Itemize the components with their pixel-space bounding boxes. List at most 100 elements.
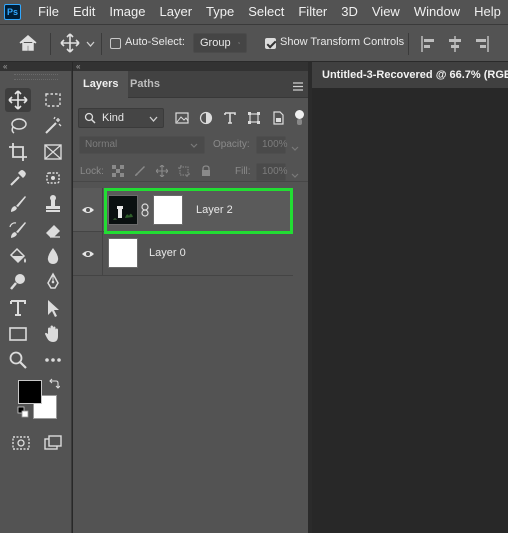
menu-type[interactable]: Type — [199, 0, 241, 24]
layer-row-layer-0[interactable]: Layer 0 — [73, 232, 293, 276]
show-transform-label: Show Transform Controls — [280, 36, 405, 48]
frame-tool-icon[interactable] — [40, 140, 66, 164]
layer-thumbnail[interactable] — [108, 195, 138, 225]
menu-file[interactable]: File — [31, 0, 66, 24]
hand-tool-icon[interactable] — [40, 322, 66, 346]
filter-kind-dropdown[interactable]: Kind — [78, 108, 164, 128]
layer-visibility-toggle[interactable] — [73, 188, 103, 232]
layer-mask-thumbnail[interactable] — [153, 195, 183, 225]
menu-edit[interactable]: Edit — [66, 0, 102, 24]
foreground-color-swatch[interactable] — [18, 380, 42, 404]
eyedropper-tool-icon[interactable] — [5, 166, 31, 190]
default-colors-icon[interactable] — [17, 406, 29, 421]
layers-scrollbar[interactable] — [293, 182, 308, 533]
smart-object-filter-icon[interactable] — [270, 110, 286, 126]
screen-mode-icon[interactable] — [40, 431, 66, 455]
crop-tool-icon[interactable] — [5, 140, 31, 164]
chevron-down-icon — [149, 116, 158, 122]
layers-panel: « Layers Paths Kind Normal Opacity: 100%… — [73, 62, 308, 533]
search-icon — [84, 112, 96, 124]
brush-tool-icon[interactable] — [5, 192, 31, 216]
rectangle-tool-icon[interactable] — [5, 322, 31, 346]
zoom-tool-icon[interactable] — [5, 348, 31, 372]
collapse-tools-icon[interactable]: « — [0, 62, 72, 71]
adjustment-filter-icon[interactable] — [198, 110, 214, 126]
lock-position-icon[interactable] — [155, 164, 169, 178]
menu-layer[interactable]: Layer — [153, 0, 200, 24]
type-tool-icon[interactable] — [5, 296, 31, 320]
menu-select[interactable]: Select — [241, 0, 291, 24]
collapse-panel-icon[interactable]: « — [73, 62, 308, 71]
lock-pixels-icon[interactable] — [133, 164, 147, 178]
layer-filter-row: Kind — [73, 106, 308, 130]
home-icon[interactable] — [18, 34, 38, 55]
panel-menu-icon[interactable] — [292, 80, 304, 94]
options-bar: Auto-Select: Group Show Transform Contro… — [0, 24, 508, 62]
lasso-tool-icon[interactable] — [5, 114, 31, 138]
lock-all-icon[interactable] — [199, 164, 213, 178]
eraser-tool-icon[interactable] — [40, 218, 66, 242]
lock-row: Lock: Fill: 100% — [73, 162, 308, 182]
separator — [50, 33, 51, 55]
layer-name[interactable]: Layer 2 — [196, 204, 233, 216]
layer-visibility-toggle[interactable] — [73, 232, 103, 276]
chevron-down-icon — [190, 143, 198, 148]
move-tool-icon[interactable] — [5, 88, 31, 112]
filter-toggle-switch[interactable] — [295, 110, 304, 125]
eye-icon — [81, 207, 94, 213]
tools-panel: « — [0, 62, 72, 533]
pen-tool-icon[interactable] — [40, 270, 66, 294]
align-right-icon[interactable] — [474, 35, 490, 56]
shape-filter-icon[interactable] — [246, 110, 262, 126]
eye-icon — [81, 251, 94, 257]
blur-tool-icon[interactable] — [40, 244, 66, 268]
auto-select-target-dropdown[interactable]: Group — [193, 33, 247, 53]
opacity-label: Opacity: — [213, 139, 250, 150]
align-left-icon[interactable] — [420, 35, 436, 56]
mask-link-icon[interactable] — [141, 203, 149, 220]
opacity-field[interactable]: 100% — [256, 136, 288, 154]
fill-field[interactable]: 100% — [256, 163, 288, 181]
dodge-tool-icon[interactable] — [5, 270, 31, 294]
auto-select-checkbox[interactable] — [110, 38, 121, 49]
lock-transparent-icon[interactable] — [111, 164, 125, 178]
marquee-tool-icon[interactable] — [40, 88, 66, 112]
patch-tool-icon[interactable] — [40, 166, 66, 190]
tab-paths[interactable]: Paths — [120, 71, 170, 98]
photoshop-logo-icon[interactable]: Ps — [4, 4, 21, 20]
lock-artboard-icon[interactable] — [177, 164, 191, 178]
magic-wand-tool-icon[interactable] — [40, 114, 66, 138]
layer-row-layer-2[interactable]: Layer 2 — [73, 188, 293, 232]
document-tab[interactable]: Untitled-3-Recovered @ 66.7% (RGB — [312, 62, 508, 88]
layer-name[interactable]: Layer 0 — [149, 247, 186, 259]
blend-mode-value: Normal — [85, 139, 118, 150]
layer-thumbnail[interactable] — [108, 238, 138, 268]
history-brush-tool-icon[interactable] — [5, 218, 31, 242]
move-tool-preset-icon[interactable] — [60, 33, 82, 56]
document-canvas-area[interactable] — [312, 88, 508, 533]
pixel-filter-icon[interactable] — [174, 110, 190, 126]
chevron-down-icon[interactable] — [86, 37, 95, 51]
menu-3d[interactable]: 3D — [334, 0, 365, 24]
blend-mode-dropdown[interactable]: Normal — [79, 136, 205, 154]
menu-window[interactable]: Window — [407, 0, 467, 24]
lock-label: Lock: — [80, 166, 104, 177]
chevron-down-icon[interactable] — [291, 141, 299, 155]
chevron-down-icon[interactable] — [291, 168, 299, 182]
menu-view[interactable]: View — [365, 0, 407, 24]
type-filter-icon[interactable] — [222, 110, 238, 126]
align-center-icon[interactable] — [447, 35, 463, 56]
menu-image[interactable]: Image — [102, 0, 152, 24]
paint-bucket-tool-icon[interactable] — [5, 244, 31, 268]
swap-colors-icon[interactable] — [48, 378, 61, 393]
more-tools-icon[interactable] — [40, 348, 66, 372]
quick-mask-icon[interactable] — [8, 431, 34, 455]
show-transform-checkbox[interactable] — [265, 38, 276, 49]
fill-label: Fill: — [235, 166, 251, 177]
path-selection-tool-icon[interactable] — [40, 296, 66, 320]
menu-help[interactable]: Help — [467, 0, 508, 24]
tools-grip[interactable] — [14, 74, 58, 80]
blend-row: Normal Opacity: 100% — [73, 135, 308, 155]
menu-filter[interactable]: Filter — [291, 0, 334, 24]
clone-stamp-tool-icon[interactable] — [40, 192, 66, 216]
